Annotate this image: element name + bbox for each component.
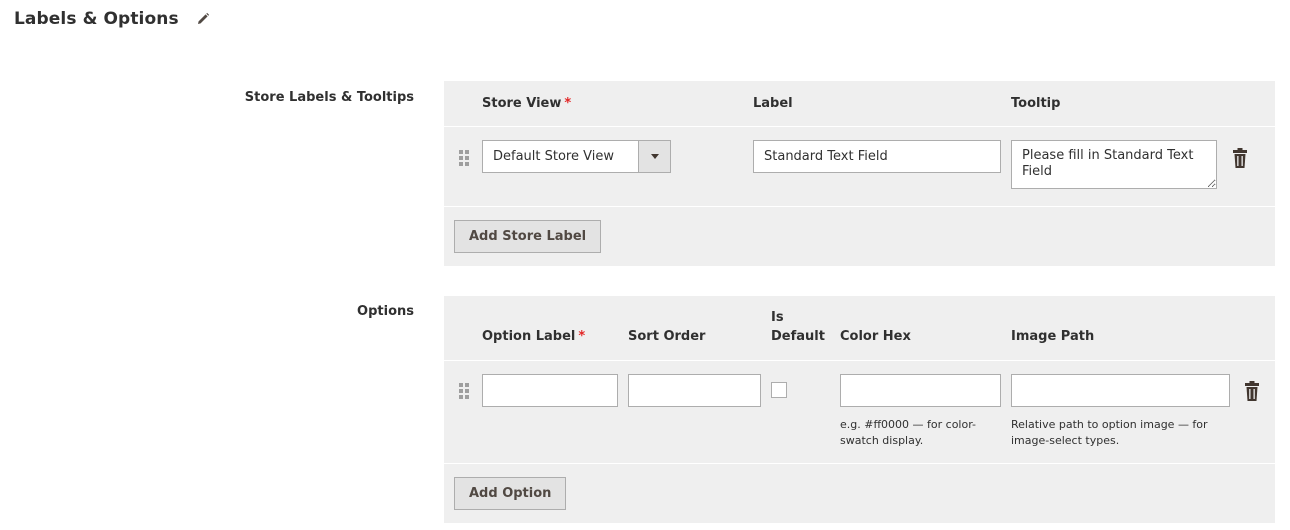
option-label-input[interactable] xyxy=(482,374,618,407)
required-mark: * xyxy=(564,96,572,111)
trash-icon[interactable] xyxy=(1245,381,1259,401)
chevron-down-icon[interactable] xyxy=(638,141,670,172)
column-header-is-default-line1: Is xyxy=(771,310,784,325)
pencil-icon[interactable] xyxy=(195,11,211,27)
column-header-label: Label xyxy=(753,96,793,111)
trash-icon[interactable] xyxy=(1233,148,1247,168)
section-title: Labels & Options xyxy=(14,9,179,29)
drag-handle-icon[interactable] xyxy=(459,150,469,168)
store-label-row: Default Store View Please fill in Standa… xyxy=(444,127,1275,207)
column-header-image-path: Image Path xyxy=(1011,329,1095,344)
tooltip-textarea[interactable]: Please fill in Standard Text Field xyxy=(1011,140,1217,189)
column-header-tooltip: Tooltip xyxy=(1011,96,1061,111)
column-header-color-hex: Color Hex xyxy=(840,329,911,344)
store-labels-header-row: Store View * Label Tooltip xyxy=(444,81,1275,127)
section-header: Labels & Options xyxy=(14,9,211,29)
column-header-is-default-line2: Default xyxy=(771,329,825,344)
sort-order-input[interactable] xyxy=(628,374,761,407)
option-row: e.g. #ff0000 — for color-swatch display.… xyxy=(444,361,1275,464)
store-label-input[interactable] xyxy=(753,140,1001,173)
column-header-sort-order: Sort Order xyxy=(628,329,706,344)
required-mark: * xyxy=(578,329,586,344)
options-header-row: Option Label * Sort Order Is Default Colo… xyxy=(444,296,1275,361)
add-option-button[interactable]: Add Option xyxy=(454,477,567,510)
store-view-select[interactable]: Default Store View xyxy=(482,140,671,173)
color-hex-note: e.g. #ff0000 — for color-swatch display. xyxy=(840,418,976,447)
drag-handle-icon[interactable] xyxy=(459,383,469,401)
column-header-store-view: Store View * xyxy=(482,96,572,111)
image-path-input[interactable] xyxy=(1011,374,1230,407)
options-panel: Option Label * Sort Order Is Default Colo… xyxy=(444,296,1275,523)
image-path-note: Relative path to option image — for imag… xyxy=(1011,418,1208,447)
is-default-checkbox[interactable] xyxy=(771,382,787,398)
options-field-label: Options xyxy=(357,304,414,319)
store-view-selected-value: Default Store View xyxy=(493,149,614,164)
color-hex-input[interactable] xyxy=(840,374,1001,407)
store-labels-panel: Store View * Label Tooltip Default Store … xyxy=(444,81,1275,266)
store-labels-field-label: Store Labels & Tooltips xyxy=(244,90,414,105)
add-store-label-button[interactable]: Add Store Label xyxy=(454,220,602,253)
column-header-option-label: Option Label * xyxy=(482,329,586,344)
